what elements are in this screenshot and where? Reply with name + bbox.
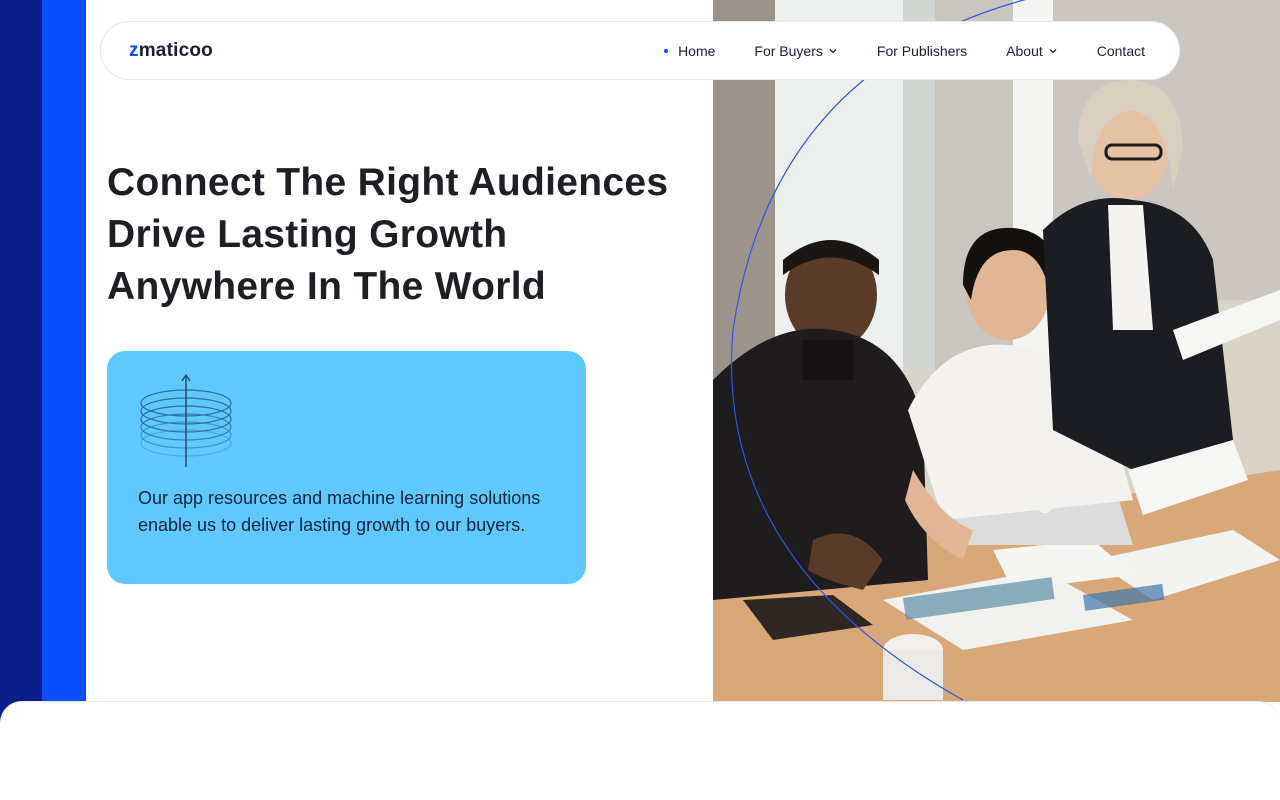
feature-card: Our app resources and machine learning s…	[107, 351, 586, 584]
chevron-down-icon	[1049, 48, 1057, 53]
headline-line-3: Anywhere In The World	[107, 265, 546, 308]
chevron-down-icon	[829, 48, 837, 53]
nav-item-contact-label: Contact	[1096, 42, 1145, 59]
headline-line-1: Connect The Right Audiences	[107, 161, 669, 204]
nav-links: Home For Buyers For Publishers About Con…	[664, 22, 1145, 79]
nav-item-about[interactable]: About	[1006, 43, 1058, 59]
top-navbar: zmaticoo Home For Buyers For Publishers …	[100, 21, 1180, 80]
brand-logo[interactable]: zmaticoo	[129, 40, 213, 62]
nav-item-home-label: Home	[678, 42, 716, 59]
brand-name: zmaticoo	[129, 40, 213, 61]
nav-item-about-label: About	[1006, 42, 1043, 59]
nav-item-for-buyers[interactable]: For Buyers	[754, 43, 837, 59]
nav-item-for-buyers-label: For Buyers	[754, 42, 823, 59]
nav-item-home[interactable]: Home	[664, 43, 715, 59]
stacked-rings-arrow-icon	[140, 373, 232, 467]
feature-card-text: Our app resources and machine learning s…	[138, 488, 541, 535]
headline-line-2: Drive Lasting Growth	[107, 213, 508, 256]
nav-item-contact[interactable]: Contact	[1097, 43, 1145, 59]
hero-headline: Connect The Right Audiences Drive Lastin…	[107, 157, 707, 313]
active-indicator-dot	[664, 48, 669, 53]
nav-item-for-publishers-label: For Publishers	[876, 42, 968, 59]
next-section-panel	[0, 701, 1280, 800]
left-stripe-dark	[0, 0, 42, 800]
left-stripe-blue	[42, 0, 86, 800]
nav-item-for-publishers[interactable]: For Publishers	[877, 43, 967, 59]
hero-photo	[713, 0, 1280, 702]
